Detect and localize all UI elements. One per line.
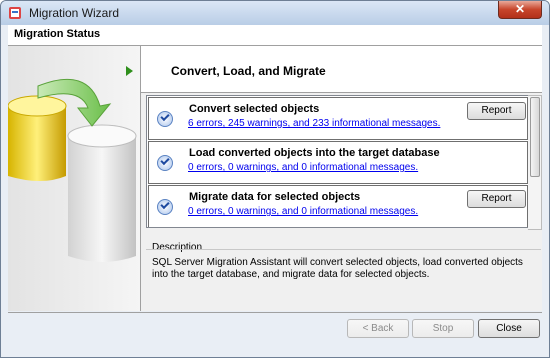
task-name: Load converted objects into the target d… [189,147,440,159]
report-button[interactable]: Report [467,102,526,120]
back-button[interactable]: < Back [347,319,409,338]
scrollbar-thumb[interactable] [530,97,540,177]
page-title: Migration Status [14,28,101,40]
step-title: Convert, Load, and Migrate [171,64,326,78]
check-circle-icon [157,111,173,127]
wizard-graphic-panel [8,46,141,311]
app-icon [9,7,21,19]
database-migration-graphic [8,78,137,262]
page-header: Migration Status [8,25,542,46]
check-circle-icon [157,199,173,215]
description-divider [146,249,541,250]
check-circle-icon [157,155,173,171]
task-item-load: Load converted objects into the target d… [148,141,528,184]
task-name: Migrate data for selected objects [189,191,361,203]
title-bar[interactable]: Migration Wizard ✕ [1,1,549,25]
footer-divider [8,312,542,313]
task-item-migrate: Migrate data for selected objects 0 erro… [148,185,528,227]
description-label: Description [152,242,203,253]
window-title: Migration Wizard [29,6,120,20]
wizard-body: Convert, Load, and Migrate Convert selec… [8,46,542,311]
window-close-button[interactable]: ✕ [498,1,542,19]
stop-button[interactable]: Stop [412,319,474,338]
migration-wizard-window: Migration Wizard ✕ Migration Status Conv… [0,0,550,358]
close-button[interactable]: Close [478,319,540,338]
task-messages-link[interactable]: 6 errors, 245 warnings, and 233 informat… [188,118,440,129]
task-messages-link[interactable]: 0 errors, 0 warnings, and 0 informationa… [188,206,418,217]
task-list: Convert selected objects 6 errors, 245 w… [146,95,530,228]
task-name: Convert selected objects [189,103,320,115]
description-text: SQL Server Migration Assistant will conv… [152,257,523,280]
report-button[interactable]: Report [467,190,526,208]
task-item-convert: Convert selected objects 6 errors, 245 w… [148,97,528,140]
step-header: Convert, Load, and Migrate [141,46,542,93]
green-play-arrow-icon [126,66,133,76]
task-messages-link[interactable]: 0 errors, 0 warnings, and 0 informationa… [188,162,418,173]
task-list-scrollbar[interactable] [528,95,542,230]
